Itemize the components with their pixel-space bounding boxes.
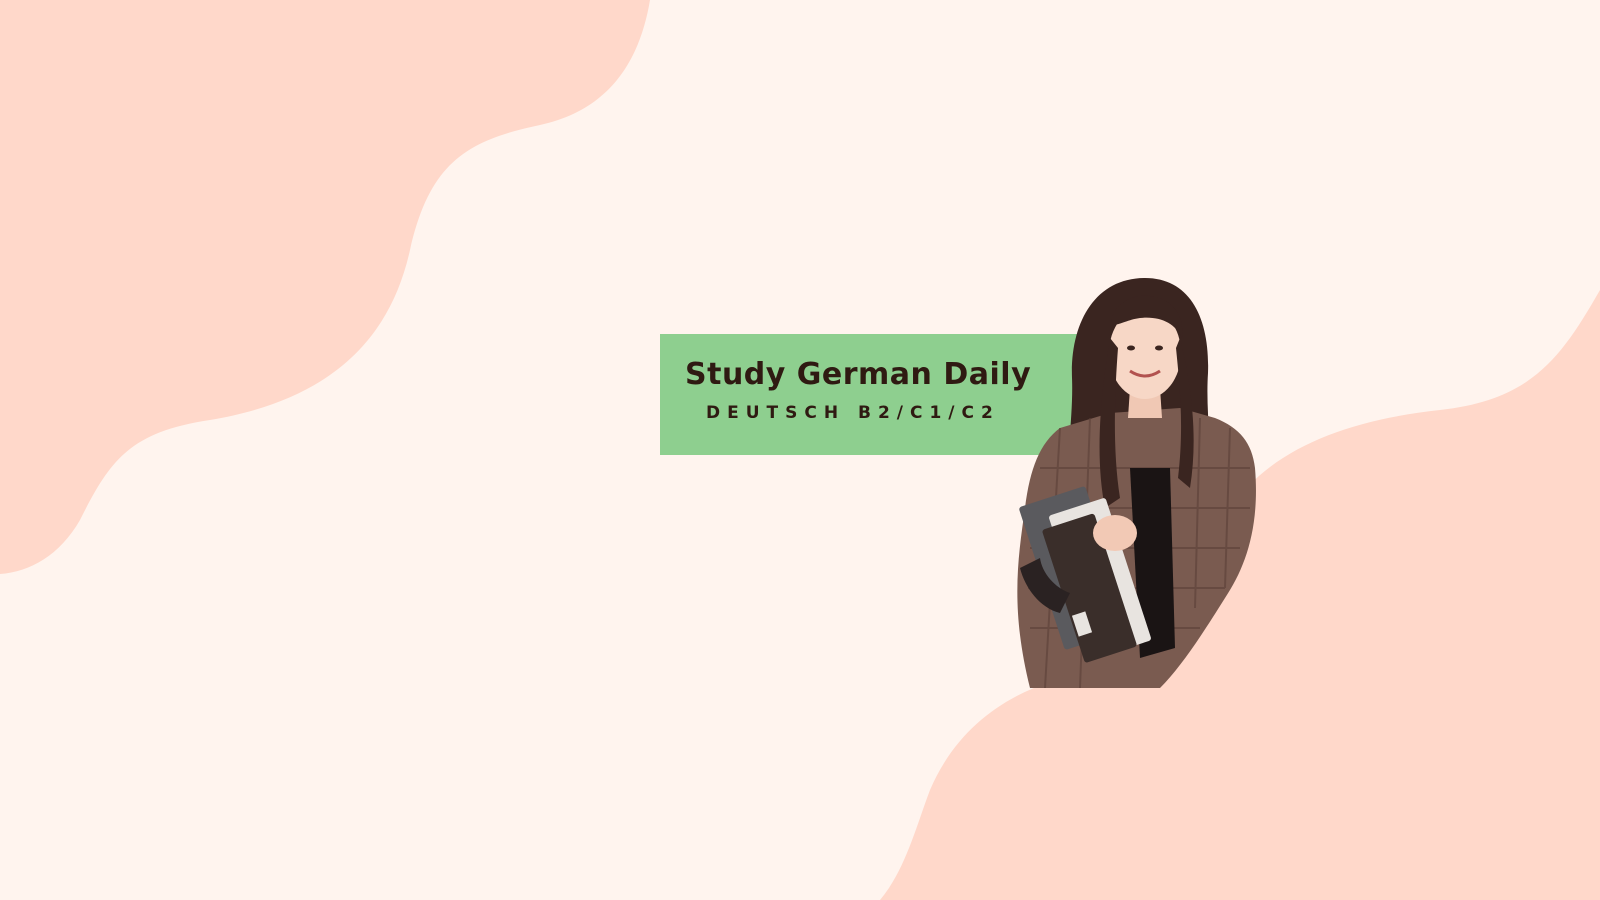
channel-subtitle: DEUTSCH B2/C1/C2: [706, 403, 1000, 423]
top-left-blob: [0, 0, 650, 574]
channel-banner: Study German Daily DEUTSCH B2/C1/C2: [0, 0, 1600, 900]
portrait-photo: [1017, 278, 1256, 688]
